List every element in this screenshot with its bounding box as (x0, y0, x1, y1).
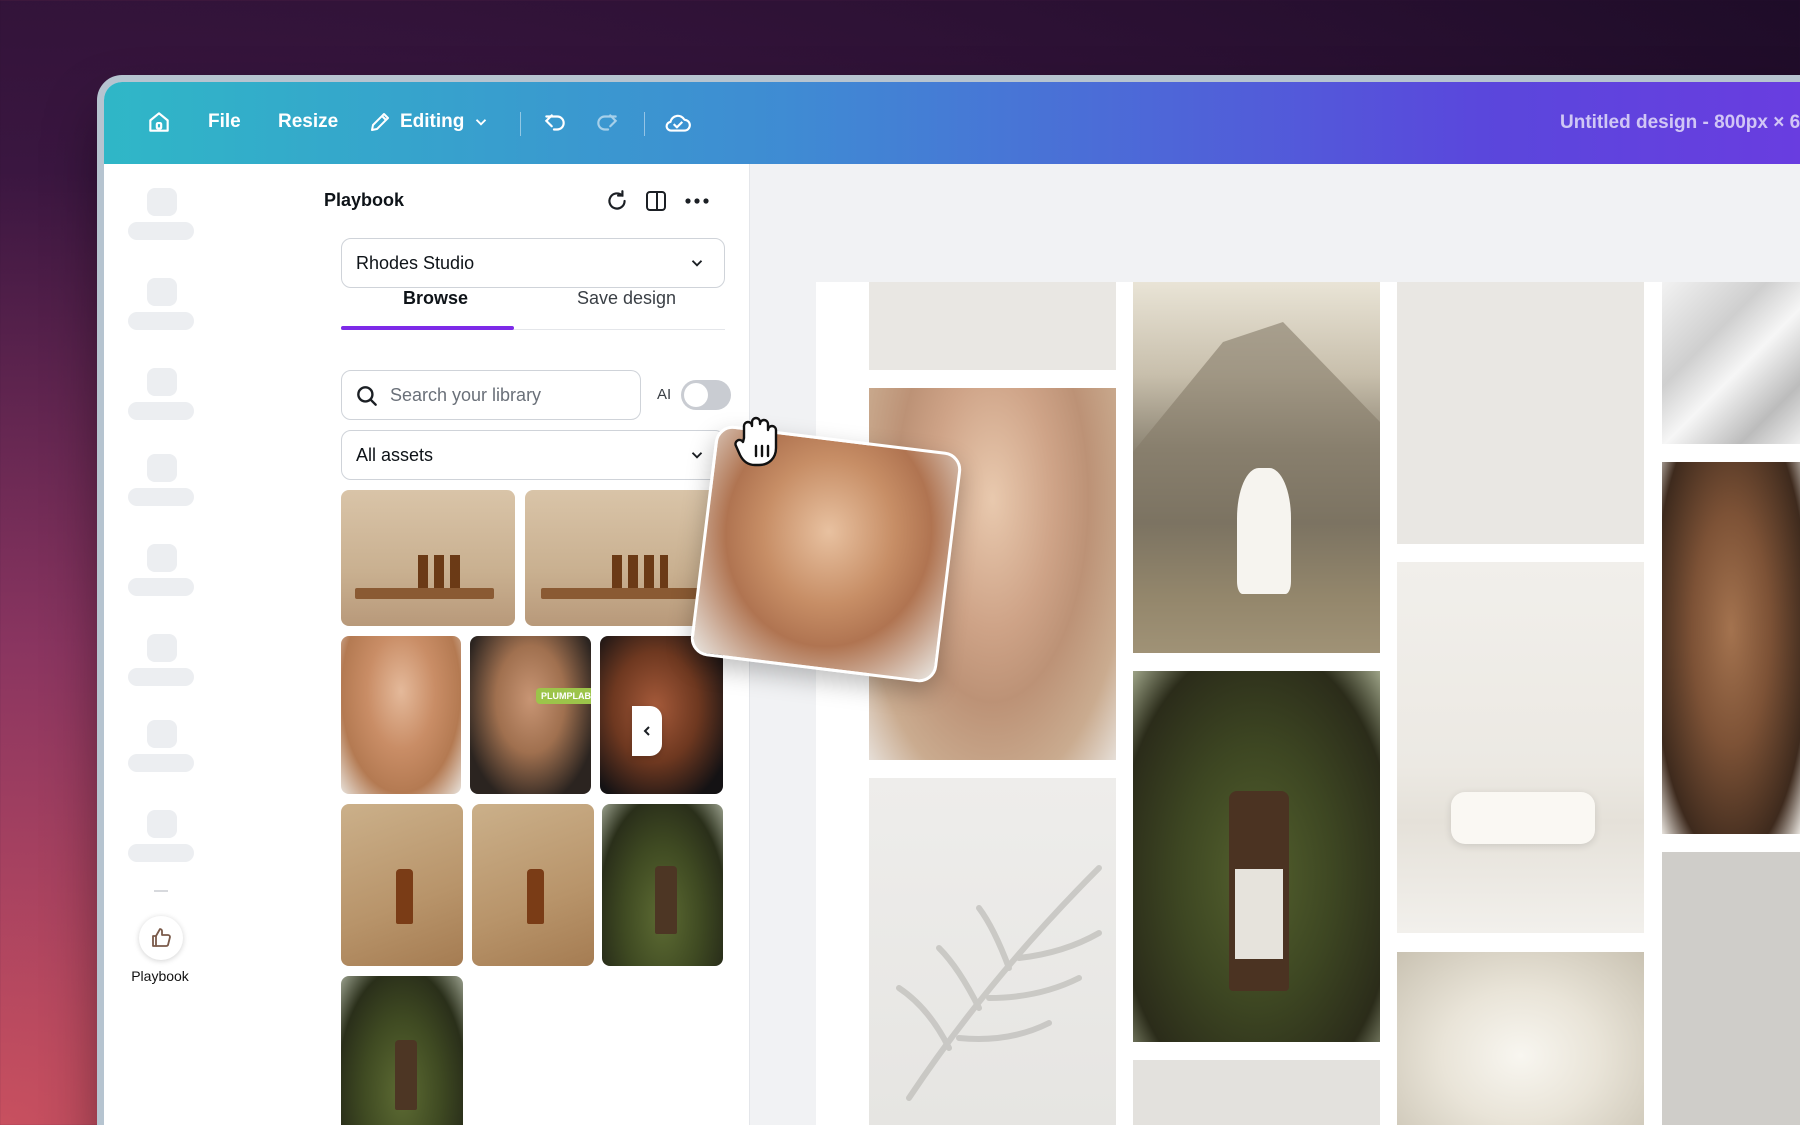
rail-item-placeholder[interactable] (147, 720, 177, 748)
rail-label-placeholder (128, 488, 194, 506)
canvas-image-tile[interactable] (1397, 562, 1644, 933)
canvas-image-tile[interactable] (1133, 671, 1380, 1042)
dragged-image-card[interactable] (688, 423, 964, 685)
more-horizontal-icon (685, 198, 709, 204)
rail-divider (154, 890, 168, 892)
panel-title: Playbook (324, 190, 405, 210)
canvas-image-tile[interactable] (1133, 282, 1380, 653)
cloud-save-status[interactable] (664, 110, 692, 136)
toolbar-divider (644, 112, 645, 136)
collapse-panel-button[interactable] (632, 706, 662, 756)
editing-mode-button[interactable]: Editing (368, 110, 490, 134)
library-search-input[interactable]: Search your library (341, 370, 641, 420)
cloud-check-icon (665, 114, 691, 132)
brand-kit-select[interactable]: Rhodes Studio (341, 238, 725, 288)
toolbar-divider (520, 112, 521, 136)
chevron-left-icon (643, 726, 650, 736)
grab-cursor-icon (734, 416, 782, 473)
home-icon (149, 112, 169, 132)
product-label-text: PLUMPLAB (536, 688, 591, 704)
rail-item-playbook[interactable] (139, 916, 183, 960)
asset-thumbnail[interactable] (525, 490, 723, 626)
asset-thumbnail[interactable] (341, 976, 463, 1125)
design-page[interactable] (816, 282, 1800, 1125)
chevron-down-icon (476, 119, 487, 126)
rail-label-placeholder (128, 222, 194, 240)
rail-label-placeholder (128, 578, 194, 596)
rail-label-placeholder (128, 312, 194, 330)
playbook-panel: Playbook Rhodes Studio Browse Save desig… (216, 164, 750, 1125)
canvas-image-tile[interactable] (1662, 282, 1800, 444)
split-view-icon (646, 191, 666, 211)
rail-item-placeholder[interactable] (147, 810, 177, 838)
chevron-down-icon (691, 452, 703, 459)
rail-item-placeholder[interactable] (147, 278, 177, 306)
more-options-button[interactable] (682, 186, 712, 216)
pencil-icon (371, 113, 389, 131)
rail-label-placeholder (128, 844, 194, 862)
chevron-down-icon (691, 260, 703, 267)
design-title[interactable]: Untitled design - 800px × 60 (1560, 112, 1800, 134)
search-icon (357, 386, 377, 406)
bottle-graphic (1229, 791, 1289, 991)
redo-button[interactable] (594, 110, 620, 136)
asset-thumbnail[interactable] (341, 804, 463, 966)
tab-browse[interactable]: Browse (403, 288, 468, 309)
top-bar: File Resize Editing Untitled design - 80… (104, 82, 1800, 164)
ai-toggle[interactable] (681, 380, 731, 410)
refresh-button[interactable] (602, 186, 632, 216)
rail-label-placeholder (128, 668, 194, 686)
leaf-shadow-graphic (896, 865, 1102, 1101)
rail-item-placeholder[interactable] (147, 368, 177, 396)
asset-thumbnail[interactable]: PLUMPLAB (470, 636, 591, 794)
redo-icon (597, 114, 618, 131)
active-tab-indicator (341, 326, 514, 330)
canvas-image-tile[interactable] (869, 778, 1116, 1125)
resize-button[interactable]: Resize (278, 111, 338, 133)
rail-item-placeholder[interactable] (147, 544, 177, 572)
canvas-image-tile[interactable] (1133, 1060, 1380, 1125)
brand-kit-value: Rhodes Studio (356, 252, 475, 273)
asset-filter-select[interactable]: All assets (341, 430, 725, 480)
asset-filter-value: All assets (356, 444, 434, 465)
rail-item-placeholder[interactable] (147, 188, 177, 216)
undo-button[interactable] (542, 110, 568, 136)
canvas-image-tile[interactable] (1397, 952, 1644, 1125)
refresh-icon (608, 190, 626, 210)
tab-save-design[interactable]: Save design (577, 288, 676, 309)
ai-toggle-label: AI (657, 386, 672, 403)
home-button[interactable] (146, 109, 172, 135)
canvas-image-tile[interactable] (1662, 852, 1800, 1125)
thumbs-up-icon (152, 928, 171, 947)
app-rail: Playbook (104, 164, 216, 1125)
file-menu-button[interactable]: File (208, 111, 241, 133)
rail-item-placeholder[interactable] (147, 454, 177, 482)
canvas-image-tile[interactable] (1662, 462, 1800, 834)
rail-label-placeholder (128, 754, 194, 772)
rail-label-placeholder (128, 402, 194, 420)
editing-label: Editing (400, 111, 465, 132)
rail-item-placeholder[interactable] (147, 634, 177, 662)
asset-thumbnail[interactable] (472, 804, 594, 966)
asset-thumbnail[interactable] (602, 804, 723, 966)
search-placeholder: Search your library (390, 384, 542, 405)
undo-icon (544, 114, 565, 131)
canvas-image-tile[interactable] (869, 282, 1116, 370)
rail-item-playbook-label: Playbook (131, 968, 189, 984)
canvas-image-tile[interactable] (1397, 282, 1644, 544)
layout-toggle-button[interactable] (641, 186, 671, 216)
asset-thumbnail[interactable] (341, 636, 461, 794)
sofa-graphic (1451, 792, 1595, 844)
asset-thumbnail[interactable] (341, 490, 515, 626)
bottle-label (1235, 869, 1283, 959)
figure-dress (1236, 467, 1292, 594)
